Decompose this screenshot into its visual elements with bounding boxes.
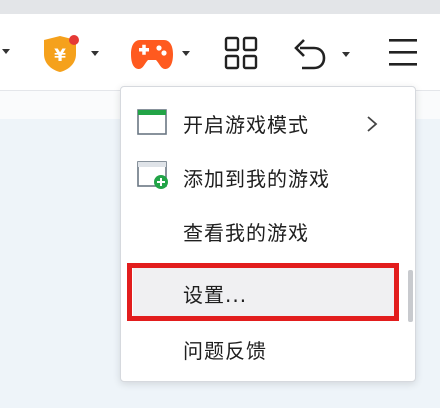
svg-text:¥: ¥ xyxy=(54,46,66,66)
chevron-right-icon xyxy=(367,116,378,132)
browser-toolbar: ¥ xyxy=(0,14,440,90)
window-top-strip xyxy=(0,0,440,14)
menu-button[interactable] xyxy=(388,36,418,68)
left-dropdown-caret-icon[interactable] xyxy=(2,49,10,54)
hamburger-icon xyxy=(389,39,417,66)
menu-item-view-my-games[interactable]: 查看我的游戏 xyxy=(122,205,410,257)
grid-icon xyxy=(224,36,258,70)
undo-arrow-icon xyxy=(294,39,326,70)
menu-item-add-to-my-games[interactable]: 添加到我的游戏 xyxy=(122,151,410,203)
menu-item-label: 查看我的游戏 xyxy=(183,220,309,245)
game-caret-icon xyxy=(182,51,190,56)
apps-button[interactable] xyxy=(224,36,258,70)
menu-item-enable-game-mode[interactable]: 开启游戏模式 xyxy=(122,97,410,149)
game-button[interactable] xyxy=(130,36,194,70)
window-icon xyxy=(137,109,167,135)
undo-caret-icon xyxy=(342,52,350,57)
menu-item-label: 开启游戏模式 xyxy=(183,112,309,137)
gamepad-icon xyxy=(131,40,173,69)
wallet-button[interactable]: ¥ xyxy=(40,34,102,72)
yuan-shield-icon: ¥ xyxy=(44,35,79,72)
game-dropdown-menu: 开启游戏模式 添加到我的游戏 查看我的游戏 设置... 问题反馈 xyxy=(120,86,416,382)
wallet-caret-icon xyxy=(91,51,99,56)
menu-item-label: 添加到我的游戏 xyxy=(183,166,330,191)
menu-scrollbar[interactable] xyxy=(408,270,413,322)
window-add-icon xyxy=(137,161,168,189)
menu-item-label: 问题反馈 xyxy=(183,338,267,363)
undo-button[interactable] xyxy=(292,36,354,72)
settings-highlight-box xyxy=(127,263,399,321)
menu-item-feedback[interactable]: 问题反馈 xyxy=(122,323,410,375)
